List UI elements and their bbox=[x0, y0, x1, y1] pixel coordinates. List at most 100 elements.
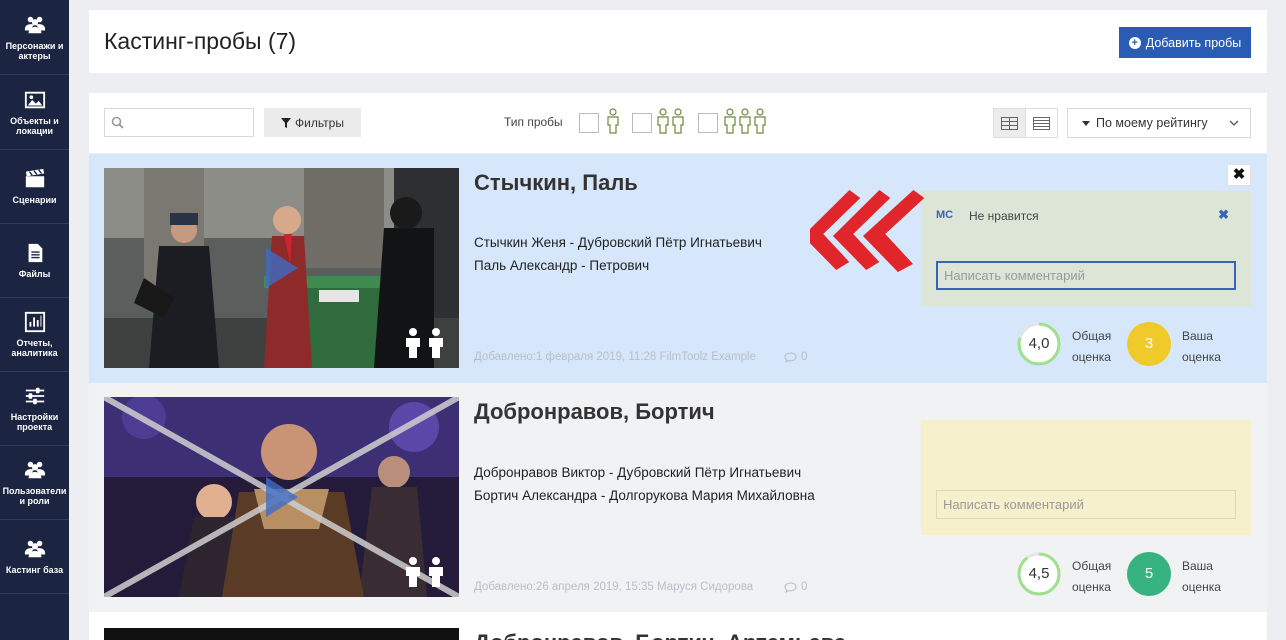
image-icon bbox=[24, 91, 45, 108]
comments-count-value: 0 bbox=[801, 351, 808, 363]
users-icon bbox=[24, 540, 45, 558]
close-button[interactable]: ✖ bbox=[1227, 164, 1251, 186]
three-persons-icon bbox=[724, 108, 766, 134]
sidebar-item-locations[interactable]: Объекты и локации bbox=[0, 75, 69, 150]
sort-value: По моему рейтингу bbox=[1096, 116, 1208, 130]
sidebar-item-label: Настройки проекта bbox=[10, 412, 59, 432]
comments-panel bbox=[921, 420, 1251, 535]
sidebar-item-scripts[interactable]: Сценарии bbox=[0, 150, 69, 224]
probe-type-pair-checkbox[interactable] bbox=[632, 113, 652, 133]
sidebar-item-users[interactable]: Пользователи и роли bbox=[0, 446, 69, 520]
role-line: Добронравов Виктор - Дубровский Пётр Игн… bbox=[474, 465, 802, 480]
overall-rating-label-line: оценка bbox=[1072, 350, 1111, 364]
overall-rating-label: Общая оценка bbox=[1072, 556, 1111, 598]
card-title[interactable]: Стычкин, Паль bbox=[474, 170, 638, 196]
sidebar-item-label: Отчеты, аналитика bbox=[11, 338, 58, 358]
users-icon bbox=[24, 16, 45, 33]
comments-count[interactable]: 0 bbox=[784, 581, 807, 593]
list-view-button[interactable] bbox=[1025, 108, 1058, 138]
my-rating-label-line: Ваша bbox=[1182, 329, 1213, 343]
my-rating-label-line: оценка bbox=[1182, 350, 1221, 364]
overall-rating-label: Общая оценка bbox=[1072, 326, 1111, 368]
filters-button[interactable]: Фильтры bbox=[264, 108, 361, 137]
clapperboard-icon bbox=[25, 168, 44, 188]
sidebar-item-characters[interactable]: Персонажи и актеры bbox=[0, 0, 69, 75]
add-probes-label: Добавить пробы bbox=[1145, 35, 1242, 50]
play-icon[interactable] bbox=[264, 475, 300, 519]
probe-type-label: Тип пробы bbox=[504, 115, 563, 129]
play-icon[interactable] bbox=[264, 246, 300, 290]
comments-panel: MC Не нравится ✖ bbox=[921, 191, 1251, 306]
sidebar-item-label: Объекты и локации bbox=[10, 115, 59, 136]
grid-view-icon bbox=[1001, 116, 1018, 130]
comment-icon bbox=[784, 581, 797, 593]
my-rating-label-line: оценка bbox=[1182, 580, 1221, 594]
comment-text: Не нравится bbox=[969, 209, 1039, 223]
added-info: Добавлено:26 апреля 2019, 15:35 Маруся С… bbox=[474, 581, 754, 593]
sliders-icon bbox=[25, 387, 44, 405]
sidebar-item-label: Персонажи и актеры bbox=[5, 40, 64, 61]
my-rating-badge[interactable]: 5 bbox=[1127, 552, 1171, 596]
video-thumbnail[interactable] bbox=[104, 168, 459, 368]
single-person-icon bbox=[607, 108, 619, 134]
users-icon bbox=[24, 461, 45, 479]
funnel-icon bbox=[281, 117, 292, 128]
added-info: Добавлено:1 февраля 2019, 11:28 FilmTool… bbox=[474, 351, 756, 363]
overall-rating-value: 4,0 bbox=[1028, 335, 1050, 352]
chevron-down-icon bbox=[1229, 120, 1239, 126]
role-line: Паль Александр - Петрович bbox=[474, 258, 650, 273]
sidebar-item-label: Файлы bbox=[18, 269, 51, 279]
chart-icon bbox=[24, 311, 45, 333]
comment-icon bbox=[784, 351, 797, 363]
sidebar-item-reports[interactable]: Отчеты, аналитика bbox=[0, 298, 69, 372]
search-box bbox=[104, 108, 254, 137]
overall-rating-label-line: Общая bbox=[1072, 559, 1112, 573]
sidebar-item-casting-base[interactable]: Кастинг база bbox=[0, 520, 69, 594]
two-persons-icon bbox=[406, 557, 443, 587]
role-line: Бортич Александра - Долгорукова Мария Ми… bbox=[474, 488, 815, 503]
card-title[interactable]: Добронравов, Бортич bbox=[474, 399, 715, 425]
attention-arrow-icon bbox=[810, 190, 925, 272]
probe-type-single-checkbox[interactable] bbox=[579, 113, 599, 133]
sidebar-item-label: Пользователи и роли bbox=[2, 486, 67, 506]
comment-input[interactable] bbox=[936, 490, 1236, 519]
add-probes-button[interactable]: + Добавить пробы bbox=[1119, 27, 1251, 58]
sort-select[interactable]: По моему рейтингу bbox=[1067, 108, 1251, 138]
comments-count-value: 0 bbox=[801, 581, 808, 593]
filter-toolbar: Фильтры Тип пробы По моему рейтингу bbox=[89, 93, 1267, 153]
my-rating-label-line: Ваша bbox=[1182, 559, 1213, 573]
filters-label: Фильтры bbox=[295, 115, 344, 130]
card-title[interactable]: Добронравов, Бортич, Артемьева bbox=[474, 630, 846, 640]
role-line: Стычкин Женя - Дубровский Пётр Игнатьеви… bbox=[474, 235, 762, 250]
my-rating-label: Ваша оценка bbox=[1182, 326, 1221, 368]
two-persons-icon bbox=[657, 108, 684, 134]
caret-down-icon bbox=[1082, 120, 1090, 126]
overall-rating-label-line: оценка bbox=[1072, 580, 1111, 594]
comment-author: MC bbox=[936, 209, 954, 221]
casting-card[interactable]: Добронравов, Бортич Добронравов Виктор -… bbox=[89, 383, 1267, 612]
casting-card[interactable]: Добронравов, Бортич, Артемьева bbox=[89, 612, 1267, 640]
my-rating-label: Ваша оценка bbox=[1182, 556, 1221, 598]
video-thumbnail[interactable] bbox=[104, 397, 459, 597]
page-title: Кастинг-пробы (7) bbox=[104, 28, 297, 54]
casting-card[interactable]: Стычкин, Паль Стычкин Женя - Дубровский … bbox=[89, 154, 1267, 383]
probe-type-group-checkbox[interactable] bbox=[698, 113, 718, 133]
my-rating-badge[interactable]: 3 bbox=[1127, 322, 1171, 366]
comments-count[interactable]: 0 bbox=[784, 351, 807, 363]
list-view-icon bbox=[1033, 116, 1050, 130]
sidebar: Персонажи и актеры Объекты и локации Сце… bbox=[0, 0, 69, 640]
overall-rating-label-line: Общая bbox=[1072, 329, 1112, 343]
file-icon bbox=[28, 243, 42, 263]
grid-view-button[interactable] bbox=[993, 108, 1026, 138]
sidebar-item-files[interactable]: Файлы bbox=[0, 224, 69, 298]
plus-circle-icon: + bbox=[1128, 36, 1141, 49]
search-icon bbox=[111, 116, 124, 129]
sidebar-item-settings[interactable]: Настройки проекта bbox=[0, 372, 69, 446]
video-thumbnail[interactable] bbox=[104, 628, 459, 640]
search-input[interactable] bbox=[129, 113, 249, 133]
comment-input[interactable] bbox=[936, 261, 1236, 290]
overall-rating-value: 4,5 bbox=[1028, 565, 1050, 582]
sidebar-item-label: Кастинг база bbox=[5, 565, 64, 575]
delete-comment-icon[interactable]: ✖ bbox=[1218, 207, 1229, 223]
two-persons-icon bbox=[406, 328, 443, 358]
